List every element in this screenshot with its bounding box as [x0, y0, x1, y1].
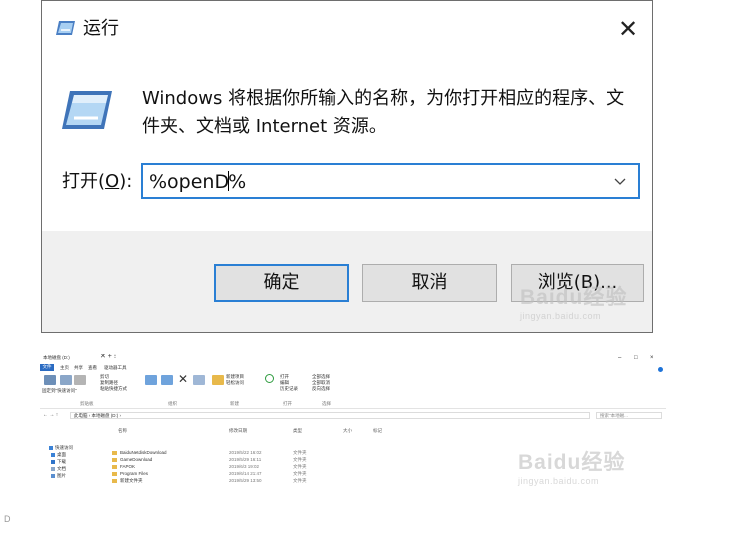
folder-icon	[112, 451, 117, 455]
file-explorer-window: 本地磁盘 (D:) ✕ + ⁝ – □ × 文件 主页 共享 查看 驱动器工具 …	[40, 354, 666, 494]
pin-icon[interactable]	[44, 375, 56, 385]
group-select: 选择	[322, 401, 331, 406]
cancel-button[interactable]: 取消	[362, 264, 497, 302]
search-box[interactable]: 搜索"本地磁...	[596, 412, 662, 419]
nav-item-desktop[interactable]: 桌面	[57, 452, 66, 458]
nav-item-downloads[interactable]: 下载	[57, 459, 66, 465]
new-folder-icon[interactable]	[212, 375, 224, 385]
group-organize: 组织	[168, 401, 177, 406]
col-tag[interactable]: 标记	[373, 428, 382, 434]
description-text: Windows 将根据你所输入的名称，为你打开相应的程序、文件夹、文档或 Int…	[142, 88, 625, 137]
desktop-icon	[51, 453, 55, 457]
col-date[interactable]: 修改日期	[229, 428, 247, 434]
document-icon	[51, 467, 55, 471]
new-tab-controls[interactable]: ✕ + ⁝	[100, 354, 116, 360]
open-input[interactable]: %openD%	[149, 168, 246, 196]
tab-drive-tools[interactable]: 驱动器工具	[104, 365, 127, 371]
col-type[interactable]: 类型	[293, 428, 302, 434]
group-open: 打开	[283, 401, 292, 406]
minimize-button[interactable]: –	[618, 355, 621, 361]
copy-icon[interactable]	[60, 375, 72, 385]
folder-icon	[112, 465, 117, 469]
tab-home[interactable]: 主页	[60, 365, 69, 371]
watermark: Baidu经验 jingyan.baidu.com	[518, 451, 626, 486]
nav-item-quick-access[interactable]: 快速访问	[55, 445, 73, 451]
tab-file[interactable]: 文件	[40, 364, 54, 371]
open-combobox[interactable]: %openD%	[141, 163, 640, 199]
paste-shortcut-label[interactable]: 粘贴快捷方式	[100, 386, 127, 392]
caption: D	[4, 514, 11, 524]
tab-share[interactable]: 共享	[74, 365, 83, 371]
open-label: 打开(O):	[62, 171, 133, 192]
delete-icon[interactable]: ✕	[178, 373, 188, 385]
folder-icon	[112, 479, 117, 483]
folder-icon	[112, 458, 117, 462]
chevron-down-icon[interactable]	[606, 165, 634, 197]
browse-button[interactable]: 浏览(B)...	[511, 264, 644, 302]
tab-view[interactable]: 查看	[88, 365, 97, 371]
rename-icon[interactable]	[193, 375, 205, 385]
run-app-icon	[56, 21, 75, 35]
window-title: 运行	[83, 18, 119, 39]
easy-access-label[interactable]: 轻松访问	[226, 380, 244, 386]
nav-item-pictures[interactable]: 图片	[57, 473, 66, 479]
ribbon: 固定到"快速访问" 剪切 复制路径 粘贴快捷方式 ✕ 新建项目 轻松访问 打开 …	[40, 372, 666, 409]
run-program-icon	[62, 91, 112, 129]
run-dialog: 运行 ✕ Windows 将根据你所输入的名称，为你打开相应的程序、文件夹、文档…	[41, 0, 653, 333]
invert-selection-label[interactable]: 反向选择	[312, 386, 330, 392]
ok-button[interactable]: 确定	[214, 264, 349, 302]
copy-to-icon[interactable]	[161, 375, 173, 385]
group-clipboard: 剪贴板	[80, 401, 94, 406]
nav-arrows[interactable]: ← → ↑	[43, 412, 58, 418]
properties-icon[interactable]	[265, 374, 274, 383]
close-button[interactable]: ✕	[604, 5, 652, 53]
address-row: ← → ↑ 此电脑 › 本地磁盘 (D:) › 搜索"本地磁...	[40, 412, 666, 420]
col-size[interactable]: 大小	[343, 428, 352, 434]
address-bar[interactable]: 此电脑 › 本地磁盘 (D:) ›	[70, 412, 590, 419]
explorer-title: 本地磁盘 (D:)	[43, 355, 70, 360]
download-icon	[51, 460, 55, 464]
button-area: 确定 取消 浏览(B)...	[42, 231, 652, 332]
history-label[interactable]: 历史记录	[280, 386, 298, 392]
paste-icon[interactable]	[74, 375, 86, 385]
pin-label[interactable]: 固定到"快速访问"	[42, 388, 77, 394]
move-to-icon[interactable]	[145, 375, 157, 385]
folder-icon	[112, 472, 117, 476]
title-bar[interactable]: 运行 ✕	[42, 1, 652, 59]
quick-access-icon	[49, 446, 53, 450]
pictures-icon	[51, 474, 55, 478]
group-new: 新建	[230, 401, 239, 406]
nav-item-documents[interactable]: 文档	[57, 466, 66, 472]
maximize-button[interactable]: □	[634, 355, 638, 361]
close-button[interactable]: ×	[650, 355, 654, 361]
col-name[interactable]: 名称	[118, 428, 127, 434]
